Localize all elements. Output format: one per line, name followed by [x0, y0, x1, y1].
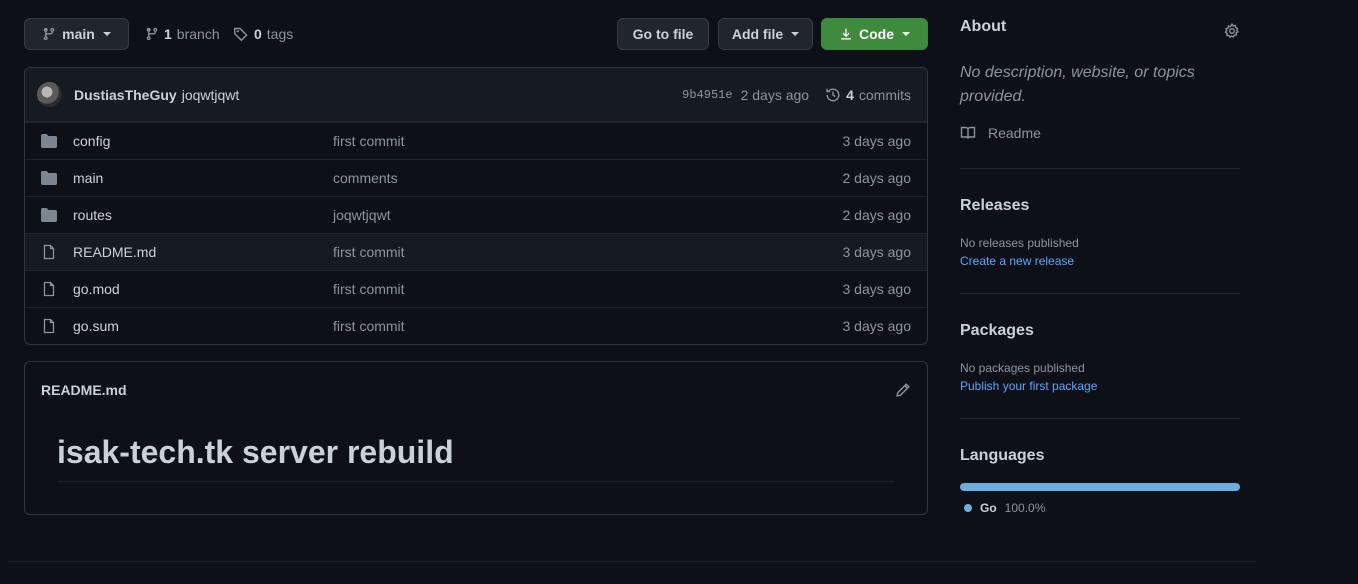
commit-message-link[interactable]: joqwtjqwt: [182, 87, 240, 103]
branches-link[interactable]: 1 branch: [145, 18, 220, 50]
heading-divider: [57, 481, 895, 482]
releases-title[interactable]: Releases: [960, 197, 1029, 215]
avatar[interactable]: [37, 82, 62, 107]
readme-panel: README.md isak-tech.tk server rebuild: [24, 361, 928, 515]
file-age: 3 days ago: [842, 133, 912, 149]
history-icon: [826, 88, 840, 102]
create-release-link[interactable]: Create a new release: [960, 254, 1074, 268]
file-commit-message-link[interactable]: first commit: [333, 244, 405, 260]
file-commit-message-link[interactable]: joqwtjqwt: [333, 207, 391, 223]
branch-name: main: [62, 26, 95, 42]
branch-word: branch: [176, 26, 220, 42]
repo-toolbar: main 1 branch 0 tags Go to file Add file…: [24, 18, 928, 51]
git-branch-icon: [43, 27, 55, 41]
language-item-go[interactable]: Go 100.0%: [964, 501, 1045, 515]
packages-title[interactable]: Packages: [960, 322, 1034, 340]
folder-icon: [41, 208, 57, 222]
file-age: 3 days ago: [842, 318, 912, 334]
file-row[interactable]: routes joqwtjqwt 2 days ago: [25, 196, 927, 233]
code-button[interactable]: Code: [821, 18, 928, 50]
file-commit-message-link[interactable]: comments: [333, 170, 398, 186]
file-row[interactable]: config first commit 3 days ago: [25, 122, 927, 159]
file-browser: DustiasTheGuy joqwtjqwt 9b4951e 2 days a…: [24, 67, 928, 345]
add-file-label: Add file: [731, 26, 784, 42]
chevron-down-icon: [791, 32, 800, 36]
file-row[interactable]: go.sum first commit 3 days ago: [25, 307, 927, 344]
divider: [960, 168, 1240, 169]
file-name-link[interactable]: README.md: [73, 244, 156, 260]
branch-select-button[interactable]: main: [24, 18, 129, 50]
file-icon-wrap: [41, 244, 57, 263]
book-icon: [960, 126, 976, 139]
tag-icon: [234, 27, 248, 42]
file-name-link[interactable]: routes: [73, 207, 112, 223]
file-age: 2 days ago: [842, 207, 912, 223]
file-row[interactable]: go.mod first commit 3 days ago: [25, 270, 927, 307]
file-name-link[interactable]: main: [73, 170, 103, 186]
language-bar: [960, 483, 1240, 491]
file-commit-message-link[interactable]: first commit: [333, 318, 405, 334]
readme-link[interactable]: Readme: [960, 125, 1041, 141]
commit-meta: 9b4951e 2 days ago 4 commits: [682, 68, 911, 122]
language-color-dot: [964, 504, 972, 512]
tags-link[interactable]: 0 tags: [233, 18, 293, 50]
pencil-icon[interactable]: [895, 382, 911, 398]
footer-divider: [8, 561, 1256, 562]
file-name-link[interactable]: config: [73, 133, 110, 149]
tag-word: tags: [266, 26, 294, 42]
readme-heading: isak-tech.tk server rebuild: [57, 434, 454, 470]
file-row[interactable]: README.md first commit 3 days ago: [25, 233, 927, 270]
divider: [960, 418, 1240, 419]
file-icon: [43, 244, 55, 260]
repo-sidebar: About No description, website, or topics…: [960, 18, 1240, 515]
file-age: 2 days ago: [842, 170, 912, 186]
chevron-down-icon: [102, 32, 111, 36]
code-label: Code: [859, 26, 894, 42]
packages-empty-text: No packages published: [960, 361, 1085, 375]
tag-count: 0: [254, 26, 262, 42]
download-icon: [841, 28, 851, 40]
commit-sha-link[interactable]: 9b4951e: [682, 88, 732, 102]
file-icon: [43, 318, 55, 334]
file-commit-message-link[interactable]: first commit: [333, 281, 405, 297]
go-to-file-label: Go to file: [632, 26, 694, 42]
folder-icon-wrap: [41, 208, 57, 225]
folder-icon: [41, 134, 57, 148]
divider: [960, 293, 1240, 294]
commit-count-word: commits: [858, 87, 911, 103]
commit-count: 4: [846, 87, 854, 103]
commits-history-link[interactable]: 4 commits: [825, 87, 911, 103]
git-branch-icon: [146, 27, 158, 41]
file-list: config first commit 3 days ago main comments…: [25, 122, 927, 344]
about-title: About: [960, 18, 1007, 35]
about-description: No description, website, or topics provi…: [960, 64, 1195, 105]
file-name-link[interactable]: go.sum: [73, 318, 119, 334]
file-icon: [43, 281, 55, 297]
add-file-button[interactable]: Add file: [718, 18, 813, 50]
language-name: Go: [980, 501, 997, 515]
language-percent: 100.0%: [1004, 501, 1046, 515]
file-icon-wrap: [41, 318, 57, 337]
readme-link-label: Readme: [988, 125, 1041, 141]
folder-icon-wrap: [41, 134, 57, 151]
branch-count: 1: [164, 26, 172, 42]
latest-commit-bar: DustiasTheGuy joqwtjqwt 9b4951e 2 days a…: [25, 68, 927, 122]
folder-icon-wrap: [41, 171, 57, 188]
file-row[interactable]: main comments 2 days ago: [25, 159, 927, 196]
file-name-link[interactable]: go.mod: [73, 281, 120, 297]
gear-icon[interactable]: [1224, 23, 1240, 39]
publish-package-link[interactable]: Publish your first package: [960, 379, 1097, 393]
go-to-file-button[interactable]: Go to file: [617, 18, 709, 50]
file-age: 3 days ago: [842, 244, 912, 260]
releases-empty-text: No releases published: [960, 236, 1079, 250]
languages-title: Languages: [960, 447, 1045, 464]
chevron-down-icon: [902, 32, 910, 36]
file-icon-wrap: [41, 281, 57, 300]
file-age: 3 days ago: [842, 281, 912, 297]
file-commit-message-link[interactable]: first commit: [333, 133, 405, 149]
commit-time: 2 days ago: [740, 87, 810, 103]
commit-author-link[interactable]: DustiasTheGuy: [74, 87, 177, 103]
readme-filename[interactable]: README.md: [41, 382, 127, 398]
folder-icon: [41, 171, 57, 185]
